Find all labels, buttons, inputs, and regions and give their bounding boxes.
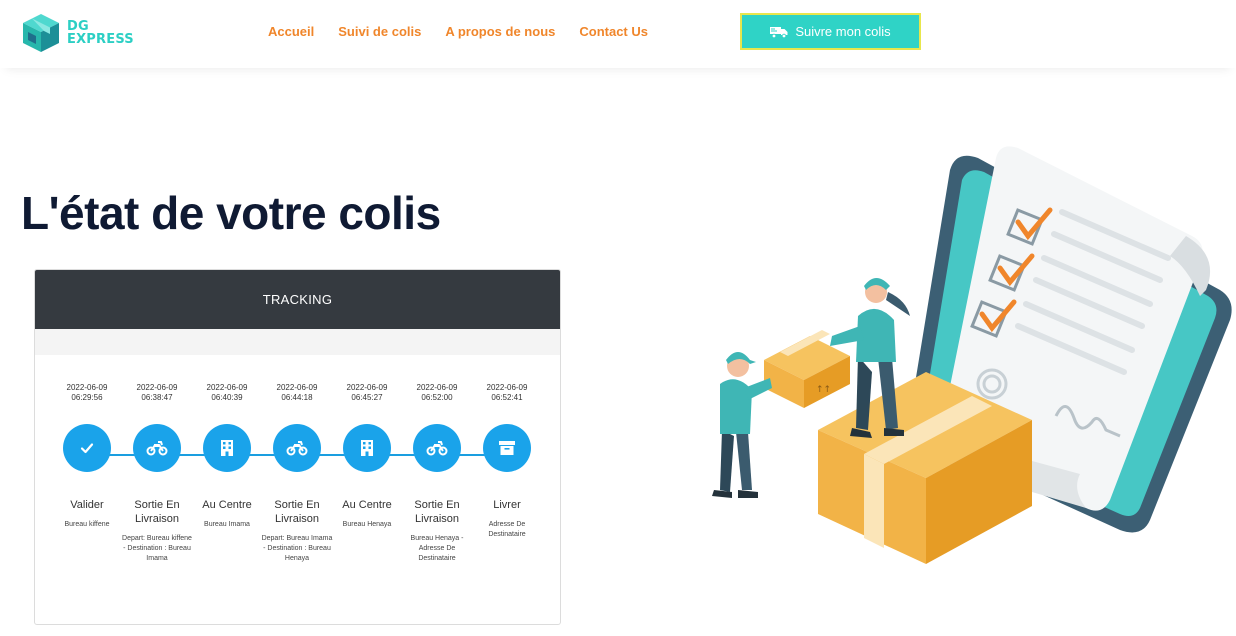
step-detail: Bureau Imama	[204, 521, 250, 528]
step-date: 2022-06-09	[276, 383, 318, 392]
nav-a-propos[interactable]: A propos de nous	[445, 24, 555, 39]
tracking-step: 2022-06-09 06:45:27 Au Centre Bureau Hen…	[331, 383, 403, 530]
step-detail: Bureau kiffene	[64, 521, 110, 528]
logo-text: DG EXPRESS	[67, 20, 134, 46]
step-date: 2022-06-09	[66, 383, 108, 392]
check-icon	[80, 443, 94, 454]
step-time: 06:44:18	[281, 393, 313, 402]
nav-contact-us[interactable]: Contact Us	[579, 24, 648, 39]
step-circle	[63, 424, 111, 472]
step-label: Sortie En Livraison	[274, 499, 320, 525]
building-icon	[221, 440, 233, 456]
step-circle	[273, 424, 321, 472]
step-time: 06:52:00	[421, 393, 453, 402]
step-detail: Depart: Bureau Imama - Destination : Bur…	[261, 535, 333, 562]
step-date: 2022-06-09	[346, 383, 388, 392]
courier-man-illustration	[712, 352, 772, 498]
main-nav: Accueil Suivi de colis A propos de nous …	[268, 24, 672, 39]
step-datetime: 2022-06-09 06:52:00	[401, 383, 473, 405]
step-date: 2022-06-09	[136, 383, 178, 392]
delivery-illustration: ↑↑	[712, 146, 1232, 564]
step-time: 06:29:56	[71, 393, 103, 402]
logo[interactable]: DG EXPRESS	[20, 12, 134, 54]
step-label: Au Centre	[202, 499, 252, 511]
step-datetime: 2022-06-09 06:45:27	[331, 383, 403, 405]
motorcycle-icon	[286, 441, 308, 456]
step-label: Valider	[70, 499, 104, 511]
step-label: Sortie En Livraison	[414, 499, 460, 525]
step-circle	[483, 424, 531, 472]
step-datetime: 2022-06-09 06:29:56	[51, 383, 123, 405]
tracking-step: 2022-06-09 06:44:18 Sortie En Livraison …	[261, 383, 333, 564]
tracking-subbar	[35, 329, 560, 355]
nav-accueil[interactable]: Accueil	[268, 24, 314, 39]
motorcycle-icon	[146, 441, 168, 456]
step-label: Livrer	[493, 499, 521, 511]
step-time: 06:40:39	[211, 393, 243, 402]
step-detail: Depart: Bureau kiffene - Destination : B…	[122, 535, 192, 562]
step-date: 2022-06-09	[416, 383, 458, 392]
building-icon	[361, 440, 373, 456]
site-header: DG EXPRESS Accueil Suivi de colis A prop…	[0, 0, 1236, 68]
step-circle	[413, 424, 461, 472]
tracking-step: 2022-06-09 06:52:41 Livrer Adresse De De…	[471, 383, 543, 540]
tracking-header: TRACKING	[35, 270, 560, 329]
track-parcel-label: Suivre mon colis	[795, 24, 891, 39]
track-parcel-button[interactable]: Suivre mon colis	[740, 13, 921, 50]
step-detail: Bureau Henaya - Adresse De Destinataire	[410, 535, 464, 562]
step-date: 2022-06-09	[206, 383, 248, 392]
tracking-card: TRACKING 2022-06-09 06:29:56 Valider Bur…	[34, 269, 561, 625]
step-detail: Bureau Henaya	[342, 521, 392, 528]
tracking-step: 2022-06-09 06:38:47 Sortie En Livraison …	[121, 383, 193, 564]
step-circle	[343, 424, 391, 472]
page-title: L'état de votre colis	[21, 187, 441, 239]
step-label: Au Centre	[342, 499, 392, 511]
step-datetime: 2022-06-09 06:38:47	[121, 383, 193, 405]
step-circle	[203, 424, 251, 472]
step-datetime: 2022-06-09 06:44:18	[261, 383, 333, 405]
tracking-step: 2022-06-09 06:29:56 Valider Bureau kiffe…	[51, 383, 123, 530]
motorcycle-icon	[426, 441, 448, 456]
nav-suivi-de-colis[interactable]: Suivi de colis	[338, 24, 421, 39]
truck-icon	[770, 26, 788, 38]
step-time: 06:45:27	[351, 393, 383, 402]
step-time: 06:52:41	[491, 393, 523, 402]
tracking-step: 2022-06-09 06:52:00 Sortie En Livraison …	[401, 383, 473, 564]
tracking-step: 2022-06-09 06:40:39 Au Centre Bureau Ima…	[191, 383, 263, 530]
step-date: 2022-06-09	[486, 383, 528, 392]
step-circle	[133, 424, 181, 472]
svg-text:↑↑: ↑↑	[816, 385, 831, 395]
archive-icon	[499, 441, 515, 455]
step-label: Sortie En Livraison	[134, 499, 180, 525]
logo-box-icon	[23, 14, 59, 52]
step-time: 06:38:47	[141, 393, 173, 402]
step-detail: Adresse De Destinataire	[488, 521, 526, 538]
logo-line2: EXPRESS	[67, 32, 134, 47]
step-datetime: 2022-06-09 06:52:41	[471, 383, 543, 405]
step-datetime: 2022-06-09 06:40:39	[191, 383, 263, 405]
